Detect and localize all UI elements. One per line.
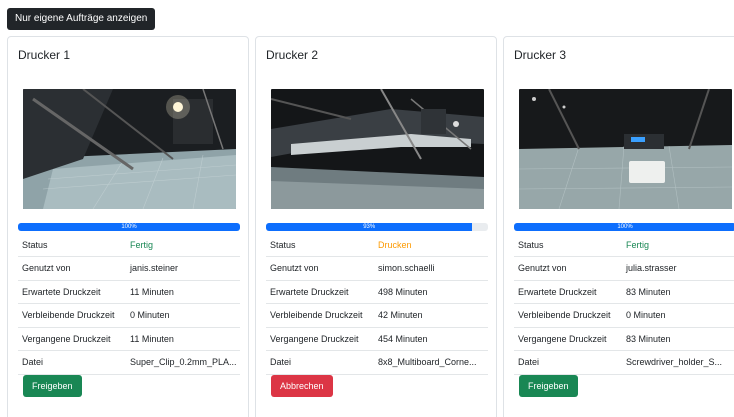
- camera-image: [271, 89, 484, 209]
- elapsed-time-value: 11 Minuten: [126, 327, 240, 351]
- expected-time-value: 11 Minuten: [126, 280, 240, 304]
- status-value: Fertig: [622, 233, 734, 257]
- remaining-time-label: Verbleibende Druckzeit: [514, 303, 622, 328]
- file-value: Super_Clip_0.2mm_PLA...: [126, 350, 240, 375]
- table-row: Erwartete Druckzeit 83 Minuten: [514, 280, 734, 304]
- table-row: Vergangene Druckzeit 83 Minuten: [514, 327, 734, 351]
- used-by-label: Genutzt von: [18, 256, 126, 281]
- remaining-time-value: 0 Minuten: [126, 303, 240, 328]
- printer-title: Drucker 2: [266, 48, 319, 62]
- expected-time-label: Erwartete Druckzeit: [266, 280, 374, 304]
- expected-time-value: 498 Minuten: [374, 280, 488, 304]
- used-by-label: Genutzt von: [514, 256, 622, 281]
- table-row: Vergangene Druckzeit 11 Minuten: [18, 327, 240, 351]
- file-label: Datei: [514, 350, 622, 375]
- release-button[interactable]: Freigeben: [23, 375, 82, 397]
- used-by-value: janis.steiner: [126, 256, 240, 281]
- status-label: Status: [266, 233, 374, 257]
- table-row: Genutzt von janis.steiner: [18, 256, 240, 281]
- printer-info-table: Status Drucken Genutzt von simon.schaelli …: [266, 233, 488, 375]
- remaining-time-label: Verbleibende Druckzeit: [266, 303, 374, 328]
- table-row: Status Fertig: [514, 233, 734, 257]
- remaining-time-value: 0 Minuten: [622, 303, 734, 328]
- elapsed-time-value: 454 Minuten: [374, 327, 488, 351]
- elapsed-time-label: Vergangene Druckzeit: [514, 327, 622, 351]
- printer-info-table: Status Fertig Genutzt von julia.strasser E…: [514, 233, 734, 375]
- table-row: Vergangene Druckzeit 454 Minuten: [266, 327, 488, 351]
- printer-card-3: Drucker 3 100% Status Fertig Genutzt von…: [503, 36, 734, 417]
- printer-title: Drucker 3: [514, 48, 567, 62]
- used-by-label: Genutzt von: [266, 256, 374, 281]
- camera-image: [519, 89, 732, 209]
- expected-time-label: Erwartete Druckzeit: [18, 280, 126, 304]
- table-row: Datei Screwdriver_holder_S...: [514, 350, 734, 375]
- expected-time-value: 83 Minuten: [622, 280, 734, 304]
- remaining-time-value: 42 Minuten: [374, 303, 488, 328]
- printer-title: Drucker 1: [18, 48, 71, 62]
- used-by-value: simon.schaelli: [374, 256, 488, 281]
- expected-time-label: Erwartete Druckzeit: [514, 280, 622, 304]
- cancel-button[interactable]: Abbrechen: [271, 375, 333, 397]
- file-label: Datei: [266, 350, 374, 375]
- print-progress-bar: 100%: [18, 223, 240, 231]
- used-by-value: julia.strasser: [622, 256, 734, 281]
- status-label: Status: [18, 233, 126, 257]
- status-label: Status: [514, 233, 622, 257]
- table-row: Erwartete Druckzeit 11 Minuten: [18, 280, 240, 304]
- printer-info-table: Status Fertig Genutzt von janis.steiner Er…: [18, 233, 240, 375]
- table-row: Verbleibende Druckzeit 0 Minuten: [18, 303, 240, 328]
- file-label: Datei: [18, 350, 126, 375]
- table-row: Status Fertig: [18, 233, 240, 257]
- table-row: Verbleibende Druckzeit 42 Minuten: [266, 303, 488, 328]
- remaining-time-label: Verbleibende Druckzeit: [18, 303, 126, 328]
- printer-card-1: Drucker 1 100% Status Fertig Genutzt von…: [7, 36, 249, 417]
- file-value: 8x8_Multiboard_Corne...: [374, 350, 488, 375]
- elapsed-time-value: 83 Minuten: [622, 327, 734, 351]
- file-value: Screwdriver_holder_S...: [622, 350, 734, 375]
- print-progress-fill: 100%: [514, 223, 734, 231]
- camera-image: [23, 89, 236, 209]
- own-jobs-filter-button[interactable]: Nur eigene Aufträge anzeigen: [7, 8, 156, 30]
- elapsed-time-label: Vergangene Druckzeit: [266, 327, 374, 351]
- print-progress-bar: 100%: [514, 223, 734, 231]
- release-button[interactable]: Freigeben: [519, 375, 578, 397]
- table-row: Erwartete Druckzeit 498 Minuten: [266, 280, 488, 304]
- table-row: Datei 8x8_Multiboard_Corne...: [266, 350, 488, 375]
- table-row: Status Drucken: [266, 233, 488, 257]
- print-progress-fill: 93%: [266, 223, 473, 231]
- table-row: Datei Super_Clip_0.2mm_PLA...: [18, 350, 240, 375]
- elapsed-time-label: Vergangene Druckzeit: [18, 327, 126, 351]
- print-progress-fill: 100%: [18, 223, 240, 231]
- printer-card-2: Drucker 2 93% Status Drucken Genutzt von s…: [255, 36, 497, 417]
- status-value: Fertig: [126, 233, 240, 257]
- print-progress-bar: 93%: [266, 223, 488, 231]
- table-row: Genutzt von julia.strasser: [514, 256, 734, 281]
- printer-card-list: Drucker 1 100% Status Fertig Genutzt von…: [7, 36, 734, 417]
- table-row: Verbleibende Druckzeit 0 Minuten: [514, 303, 734, 328]
- table-row: Genutzt von simon.schaelli: [266, 256, 488, 281]
- status-value: Drucken: [374, 233, 488, 257]
